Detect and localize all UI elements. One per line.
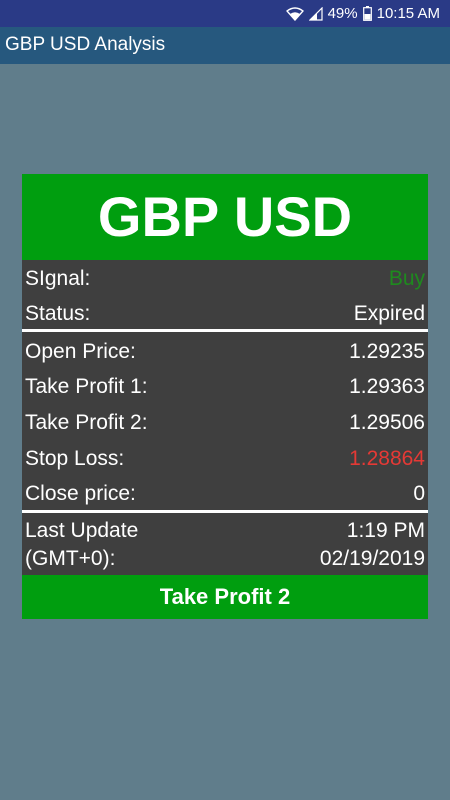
status-bar: 49% 10:15 AM: [0, 0, 450, 27]
last-update-time: 1:19 PM: [346, 519, 425, 542]
wifi-icon: [285, 6, 304, 21]
section-divider: [22, 510, 428, 513]
take-profit-1-label: Take Profit 1:: [25, 375, 148, 398]
close-price-value: 0: [413, 482, 425, 505]
card-header: GBP USD: [22, 174, 428, 260]
signal-card: GBP USD SIgnal: Buy Status: Expired Open…: [22, 174, 428, 619]
signal-row: SIgnal: Buy: [22, 261, 428, 297]
signal-value: Buy: [388, 267, 425, 290]
result-label: Take Profit 2: [159, 584, 291, 609]
signal-icon: [308, 6, 323, 21]
app-title: GBP USD Analysis: [5, 34, 166, 55]
take-profit-2-value: 1.29506: [349, 411, 425, 434]
last-update-date: 02/19/2019: [319, 547, 425, 570]
battery-icon: [362, 6, 372, 21]
status-value: Expired: [353, 302, 425, 325]
take-profit-1-row: Take Profit 1: 1.29363: [22, 369, 428, 405]
close-price-row: Close price: 0: [22, 476, 428, 512]
take-profit-1-value: 1.29363: [349, 375, 425, 398]
open-price-row: Open Price: 1.29235: [22, 334, 428, 370]
signal-label: SIgnal:: [25, 267, 91, 290]
last-update-row: Last Update (GMT+0): 1:19 PM 02/19/2019: [22, 516, 428, 576]
last-update-timezone: (GMT+0):: [25, 547, 116, 570]
app-bar: GBP USD Analysis: [0, 27, 450, 64]
last-update-label: Last Update: [25, 519, 139, 542]
stop-loss-row: Stop Loss: 1.28864: [22, 441, 428, 477]
take-profit-2-label: Take Profit 2:: [25, 411, 148, 434]
result-banner: Take Profit 2: [22, 575, 428, 619]
open-price-value: 1.29235: [349, 340, 425, 363]
currency-pair-title: GBP USD: [97, 185, 353, 248]
clock: 10:15 AM: [376, 5, 440, 22]
stop-loss-label: Stop Loss:: [25, 447, 125, 470]
status-label: Status:: [25, 302, 91, 325]
status-icons: 49% 10:15 AM: [285, 0, 440, 27]
close-price-label: Close price:: [25, 482, 136, 505]
section-divider: [22, 329, 428, 332]
open-price-label: Open Price:: [25, 340, 136, 363]
stop-loss-value: 1.28864: [349, 447, 425, 470]
battery-percent: 49%: [327, 5, 358, 22]
take-profit-2-row: Take Profit 2: 1.29506: [22, 405, 428, 441]
status-row: Status: Expired: [22, 296, 428, 332]
